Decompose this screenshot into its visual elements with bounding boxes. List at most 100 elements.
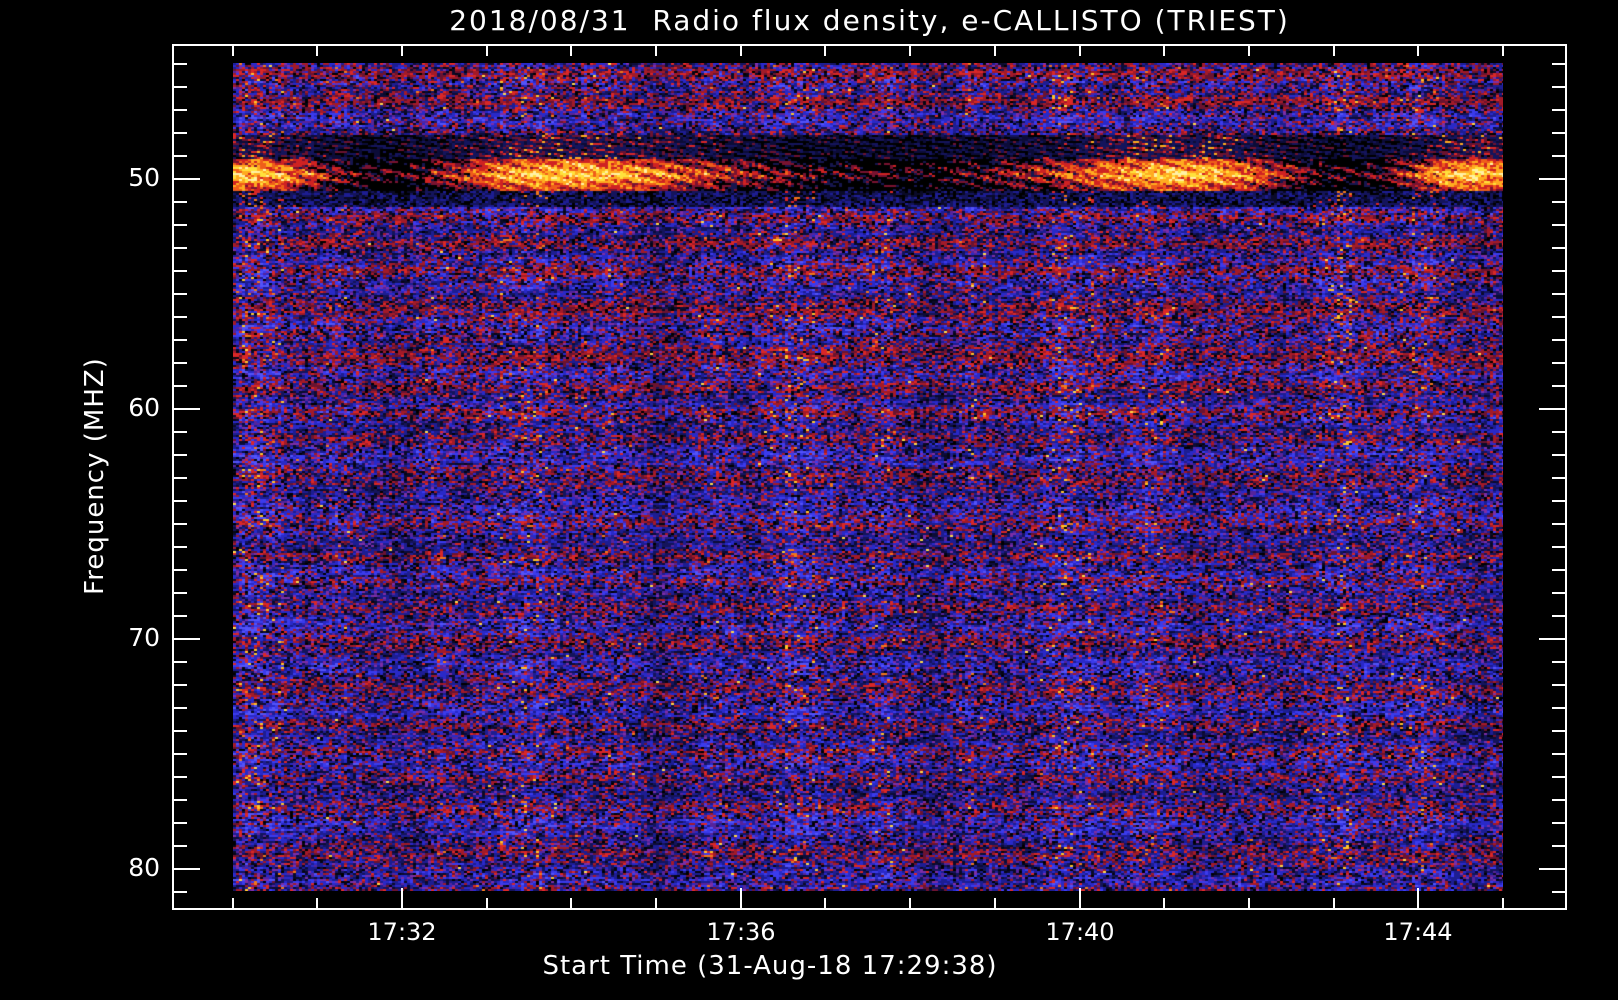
y-right-tick	[1552, 753, 1565, 755]
y-right-tick	[1552, 546, 1565, 548]
y-right-tick	[1552, 224, 1565, 226]
x-major-tick	[401, 888, 403, 908]
x-top-tick	[740, 46, 742, 56]
x-axis-title: Start Time (31-Aug-18 17:29:38)	[370, 951, 1170, 981]
y-minor-tick	[174, 730, 187, 732]
x-tick-label: 17:44	[1348, 918, 1488, 946]
y-minor-tick	[174, 63, 187, 65]
x-minor-tick	[655, 898, 657, 908]
x-minor-tick	[1333, 898, 1335, 908]
x-minor-tick	[994, 898, 996, 908]
y-minor-tick	[174, 431, 187, 433]
y-minor-tick	[174, 339, 187, 341]
x-top-tick	[232, 46, 234, 56]
x-minor-tick	[909, 898, 911, 908]
y-right-tick	[1552, 339, 1565, 341]
y-major-tick	[174, 178, 200, 180]
y-right-tick	[1552, 385, 1565, 387]
y-right-tick	[1552, 270, 1565, 272]
y-minor-tick	[174, 799, 187, 801]
axis-box	[172, 44, 1567, 910]
y-tick-label: 70	[78, 623, 160, 652]
x-top-tick	[1417, 46, 1419, 56]
y-right-tick	[1552, 63, 1565, 65]
y-minor-tick	[174, 224, 187, 226]
y-major-tick	[174, 408, 200, 410]
y-tick-label: 60	[78, 393, 160, 422]
y-right-tick	[1552, 615, 1565, 617]
y-right-tick	[1552, 523, 1565, 525]
y-minor-tick	[174, 155, 187, 157]
x-minor-tick	[316, 898, 318, 908]
y-right-tick	[1552, 316, 1565, 318]
y-right-tick	[1552, 707, 1565, 709]
x-top-tick	[1079, 46, 1081, 56]
y-minor-tick	[174, 500, 187, 502]
y-minor-tick	[174, 132, 187, 134]
x-tick-label: 17:36	[671, 918, 811, 946]
y-right-tick	[1552, 822, 1565, 824]
spectrogram-page: 2018/08/31 Radio flux density, e-CALLIST…	[0, 0, 1618, 1000]
x-top-tick	[655, 46, 657, 56]
y-minor-tick	[174, 822, 187, 824]
y-minor-tick	[174, 569, 187, 571]
x-top-tick	[570, 46, 572, 56]
y-right-tick	[1552, 155, 1565, 157]
y-minor-tick	[174, 753, 187, 755]
y-right-tick	[1552, 477, 1565, 479]
y-minor-tick	[174, 523, 187, 525]
x-top-tick	[1248, 46, 1250, 56]
y-right-tick	[1552, 431, 1565, 433]
y-right-tick	[1552, 500, 1565, 502]
y-major-tick	[174, 638, 200, 640]
y-right-tick	[1552, 201, 1565, 203]
x-minor-tick	[1248, 898, 1250, 908]
y-minor-tick	[174, 454, 187, 456]
y-right-tick	[1552, 132, 1565, 134]
x-top-tick	[994, 46, 996, 56]
y-minor-tick	[174, 316, 187, 318]
y-right-tick	[1539, 868, 1565, 870]
x-top-tick	[1502, 46, 1504, 56]
y-tick-label: 50	[78, 163, 160, 192]
x-top-tick	[909, 46, 911, 56]
x-top-tick	[316, 46, 318, 56]
y-minor-tick	[174, 845, 187, 847]
x-minor-tick	[1502, 898, 1504, 908]
y-right-tick	[1539, 408, 1565, 410]
y-minor-tick	[174, 477, 187, 479]
x-minor-tick	[486, 898, 488, 908]
x-top-tick	[1333, 46, 1335, 56]
x-top-tick	[401, 46, 403, 56]
y-right-tick	[1552, 109, 1565, 111]
y-right-tick	[1552, 730, 1565, 732]
y-right-tick	[1552, 362, 1565, 364]
plot-title: 2018/08/31 Radio flux density, e-CALLIST…	[172, 4, 1567, 37]
y-right-tick	[1552, 684, 1565, 686]
y-minor-tick	[174, 684, 187, 686]
y-right-tick	[1552, 454, 1565, 456]
y-right-tick	[1539, 638, 1565, 640]
y-minor-tick	[174, 776, 187, 778]
x-top-tick	[824, 46, 826, 56]
y-right-tick	[1552, 891, 1565, 893]
x-minor-tick	[232, 898, 234, 908]
y-right-tick	[1539, 178, 1565, 180]
y-right-tick	[1552, 569, 1565, 571]
y-right-tick	[1552, 86, 1565, 88]
y-minor-tick	[174, 615, 187, 617]
y-right-tick	[1552, 845, 1565, 847]
y-minor-tick	[174, 592, 187, 594]
x-top-tick	[486, 46, 488, 56]
y-minor-tick	[174, 362, 187, 364]
y-right-tick	[1552, 293, 1565, 295]
y-minor-tick	[174, 385, 187, 387]
y-minor-tick	[174, 109, 187, 111]
y-minor-tick	[174, 247, 187, 249]
x-major-tick	[1417, 888, 1419, 908]
y-minor-tick	[174, 270, 187, 272]
y-minor-tick	[174, 661, 187, 663]
y-minor-tick	[174, 707, 187, 709]
y-minor-tick	[174, 891, 187, 893]
x-major-tick	[740, 888, 742, 908]
